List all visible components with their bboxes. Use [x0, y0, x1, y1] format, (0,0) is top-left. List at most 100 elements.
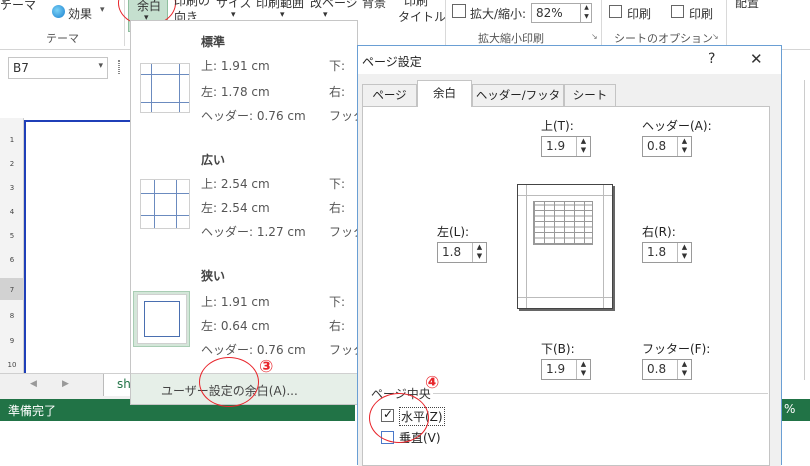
- spin-up-icon[interactable]: ▲: [577, 360, 590, 369]
- margins-dropdown-menu: 標準 上: 1.91 cm 左: 1.78 cm ヘッダー: 0.76 cm 下…: [130, 20, 365, 407]
- scroll-left-icon[interactable]: ◀: [30, 379, 37, 389]
- name-box[interactable]: B7 ▾: [8, 57, 108, 79]
- preset-line: 左: 2.54 cm: [201, 201, 270, 215]
- right-margin-input[interactable]: 1.8 ▲ ▼: [642, 242, 692, 263]
- spin-up-icon[interactable]: ▲: [581, 3, 592, 12]
- left-margin-value[interactable]: 1.8: [442, 245, 461, 259]
- gridline: [804, 80, 805, 380]
- preset-line: 右:: [329, 201, 346, 215]
- breaks-button[interactable]: 改ページ: [310, 0, 358, 11]
- preset-line: 上: 1.91 cm: [201, 59, 270, 73]
- preset-line: 上: 1.91 cm: [201, 295, 270, 309]
- tab-header-footer[interactable]: ヘッダー/フッター: [472, 84, 564, 123]
- header-margin-input[interactable]: 0.8 ▲ ▼: [642, 136, 692, 157]
- spin-arrows[interactable]: ▲ ▼: [677, 137, 691, 156]
- footer-margin-value[interactable]: 0.8: [647, 362, 666, 376]
- spin-up-icon[interactable]: ▲: [678, 137, 691, 146]
- spin-down-icon[interactable]: ▼: [581, 12, 592, 21]
- preview-table: [533, 201, 593, 245]
- preset-title: 狭い: [201, 269, 226, 283]
- bottom-margin-input[interactable]: 1.9 ▲ ▼: [541, 359, 591, 380]
- gridlines-print-checkbox[interactable]: [609, 5, 622, 18]
- tab-panel: 上(T): 1.9 ▲ ▼ ヘッダー(A): 0.8 ▲ ▼ 左(L): 1.8…: [362, 106, 770, 466]
- sheet-tab-label[interactable]: sh: [117, 377, 131, 391]
- row-number[interactable]: 8: [1, 312, 23, 320]
- background-button[interactable]: 背景: [362, 0, 386, 11]
- tab-page[interactable]: ページ: [362, 84, 417, 106]
- row-number[interactable]: 2: [1, 160, 23, 168]
- header-margin-value[interactable]: 0.8: [647, 139, 666, 153]
- group-divider: [445, 0, 446, 46]
- page-setup-dialog: ページ設定 ? ✕ ページ 余白 ヘッダー/フッター シート 上(T): 1.9…: [357, 45, 782, 466]
- spin-arrows[interactable]: ▲ ▼: [576, 360, 590, 379]
- preset-line: 上: 2.54 cm: [201, 177, 270, 191]
- chevron-down-icon[interactable]: ▾: [98, 61, 103, 71]
- theme-group-label: テーマ: [46, 32, 79, 45]
- scroll-right-icon[interactable]: ▶: [62, 379, 69, 389]
- row-number[interactable]: 1: [1, 136, 23, 144]
- spin-down-icon[interactable]: ▼: [678, 146, 691, 155]
- bottom-margin-value[interactable]: 1.9: [546, 362, 565, 376]
- tab-sheet[interactable]: シート: [564, 84, 616, 106]
- top-margin-value[interactable]: 1.9: [546, 139, 565, 153]
- sheet-tab[interactable]: sh: [103, 374, 131, 396]
- preset-title: 標準: [201, 35, 226, 49]
- row-number[interactable]: 9: [1, 337, 23, 345]
- row-number[interactable]: 6: [1, 256, 23, 264]
- dialog-titlebar[interactable]: ページ設定 ? ✕: [358, 46, 781, 74]
- annotation-circle: [369, 393, 429, 443]
- row-number[interactable]: 3: [1, 184, 23, 192]
- top-margin-input[interactable]: 1.9 ▲ ▼: [541, 136, 591, 157]
- tab-label: ページ: [372, 88, 407, 102]
- dialog-launcher-icon[interactable]: ↘: [712, 32, 719, 41]
- headings-print-checkbox[interactable]: [671, 5, 684, 18]
- spin-down-icon[interactable]: ▼: [678, 252, 691, 261]
- preset-line: 左: 0.64 cm: [201, 319, 270, 333]
- sheet-options-group-label: シートのオプション: [614, 32, 713, 45]
- margin-preset-normal[interactable]: 標準 上: 1.91 cm 左: 1.78 cm ヘッダー: 0.76 cm 下…: [133, 33, 365, 141]
- row-number[interactable]: 10: [1, 361, 23, 369]
- spin-up-icon[interactable]: ▲: [473, 243, 486, 252]
- chevron-down-icon: ▾: [231, 10, 236, 20]
- sheet-tab-bar: ◀ ▶ sh: [0, 373, 131, 399]
- spin-arrows[interactable]: ▲ ▼: [677, 243, 691, 262]
- preset-line: ヘッダー: 0.76 cm: [201, 109, 306, 123]
- spin-down-icon[interactable]: ▼: [577, 369, 590, 378]
- scale-group-label: 拡大縮小印刷: [478, 32, 544, 45]
- spin-up-icon[interactable]: ▲: [678, 360, 691, 369]
- effects-button[interactable]: 効果: [68, 5, 92, 22]
- spin-down-icon[interactable]: ▼: [678, 369, 691, 378]
- name-box-value[interactable]: B7: [13, 61, 29, 75]
- spin-down-icon[interactable]: ▼: [473, 252, 486, 261]
- margin-preset-wide[interactable]: 広い 上: 2.54 cm 左: 2.54 cm ヘッダー: 1.27 cm 下…: [133, 151, 365, 259]
- spin-arrows[interactable]: ▲ ▼: [677, 360, 691, 379]
- spin-up-icon[interactable]: ▲: [678, 243, 691, 252]
- dialog-launcher-icon[interactable]: ↘: [591, 32, 598, 41]
- zoom-fragment[interactable]: %: [784, 402, 795, 416]
- scale-label: 拡大/縮小:: [470, 7, 527, 21]
- scale-arrows[interactable]: ▲ ▼: [580, 3, 592, 23]
- spin-up-icon[interactable]: ▲: [577, 137, 590, 146]
- scale-spinner[interactable]: 82% ▲ ▼: [531, 3, 592, 23]
- footer-margin-label: フッター(F):: [642, 342, 711, 356]
- margin-preset-narrow[interactable]: 狭い 上: 1.91 cm 左: 0.64 cm ヘッダー: 0.76 cm 下…: [133, 267, 365, 375]
- footer-margin-input[interactable]: 0.8 ▲ ▼: [642, 359, 692, 380]
- spin-down-icon[interactable]: ▼: [577, 146, 590, 155]
- tab-margins[interactable]: 余白: [417, 80, 472, 107]
- row-number[interactable]: 5: [1, 232, 23, 240]
- splitter-handle[interactable]: [118, 60, 120, 74]
- arrange-button[interactable]: 配置: [735, 0, 759, 11]
- row-number[interactable]: 4: [1, 208, 23, 216]
- close-icon[interactable]: ✕: [750, 50, 763, 68]
- help-icon[interactable]: ?: [708, 51, 715, 67]
- preset-line: 左: 1.78 cm: [201, 85, 270, 99]
- spin-arrows[interactable]: ▲ ▼: [576, 137, 590, 156]
- scale-value[interactable]: 82%: [536, 6, 563, 20]
- spin-arrows[interactable]: ▲ ▼: [472, 243, 486, 262]
- row-number[interactable]: 7: [1, 286, 23, 294]
- print-titles-bottom[interactable]: タイトル: [398, 8, 446, 25]
- left-margin-input[interactable]: 1.8 ▲ ▼: [437, 242, 487, 263]
- preset-line: 下:: [329, 295, 346, 309]
- preset-title: 広い: [201, 153, 226, 167]
- right-margin-value[interactable]: 1.8: [647, 245, 666, 259]
